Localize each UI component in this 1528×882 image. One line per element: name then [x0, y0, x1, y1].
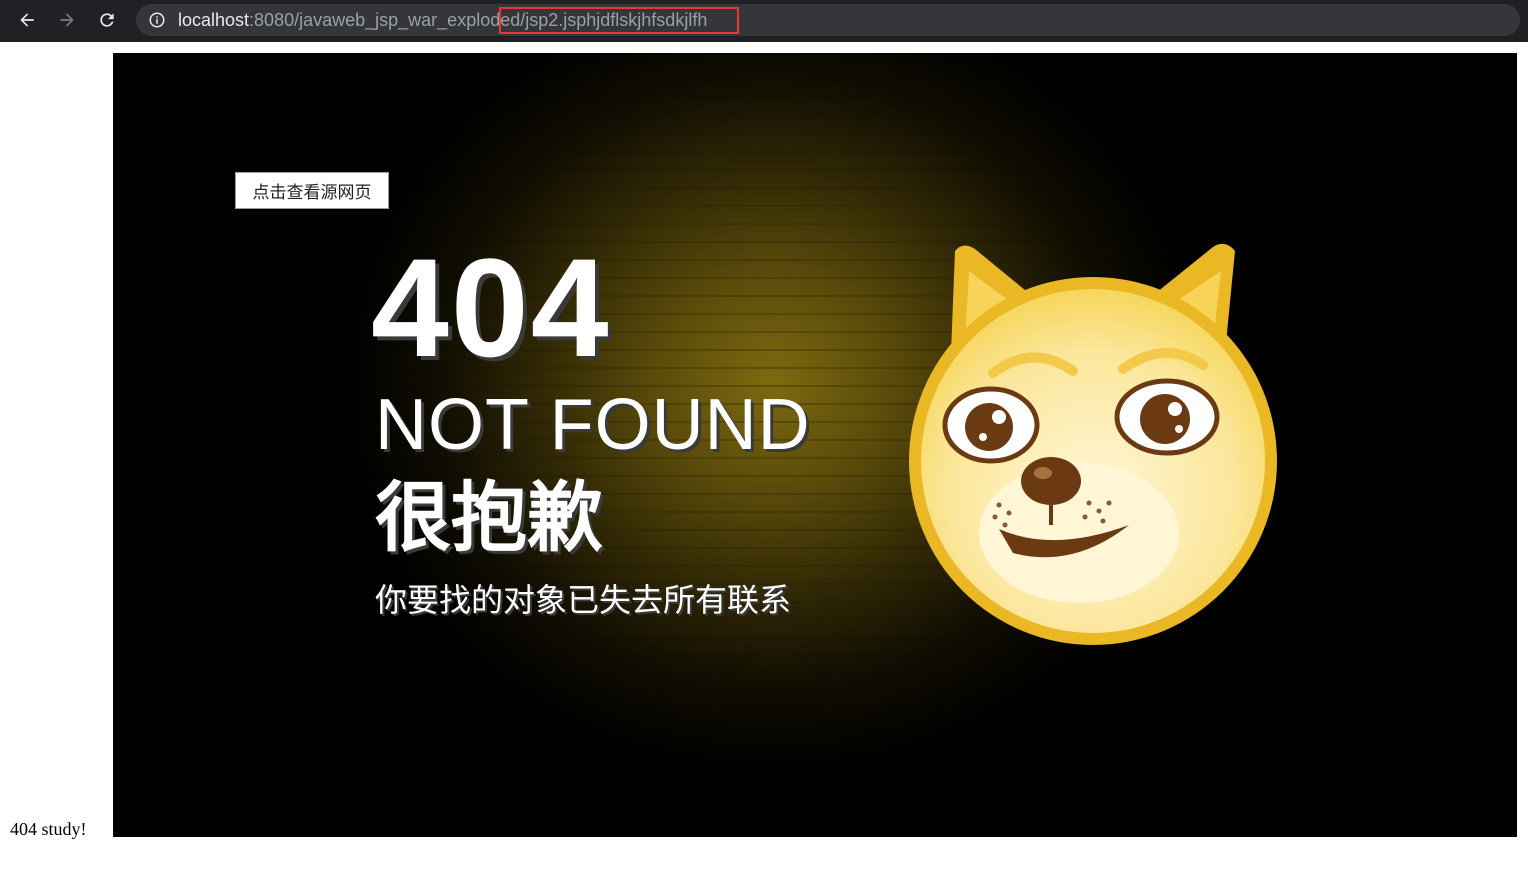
brick-wall-texture [113, 53, 1517, 837]
info-icon[interactable] [148, 11, 166, 29]
forward-button[interactable] [52, 5, 82, 35]
doge-emoji-icon [909, 243, 1277, 645]
lost-message: 你要找的对象已失去所有联系 [375, 581, 792, 619]
reload-icon [100, 13, 114, 27]
address-bar[interactable]: localhost:8080/javaweb_jsp_war_exploded/… [136, 4, 1520, 36]
back-button[interactable] [12, 5, 42, 35]
error-code: 404 [371, 229, 611, 386]
page-caption: 404 study! [10, 819, 87, 839]
url-host: localhost [178, 10, 250, 30]
sorry-text: 很抱歉 [375, 473, 603, 562]
reload-button[interactable] [92, 5, 122, 35]
url-highlight-box [499, 7, 739, 34]
browser-toolbar: localhost:8080/javaweb_jsp_war_exploded/… [0, 0, 1528, 42]
not-found-title: NOT FOUND [375, 385, 811, 465]
back-arrow-icon [20, 13, 34, 27]
view-source-button[interactable]: 点击查看源网页 [235, 172, 389, 209]
forward-arrow-icon [60, 13, 74, 27]
not-found-image: 点击查看源网页 404 NOT FOUND 很抱歉 你要找的对象已失去所有联系 [113, 53, 1517, 837]
